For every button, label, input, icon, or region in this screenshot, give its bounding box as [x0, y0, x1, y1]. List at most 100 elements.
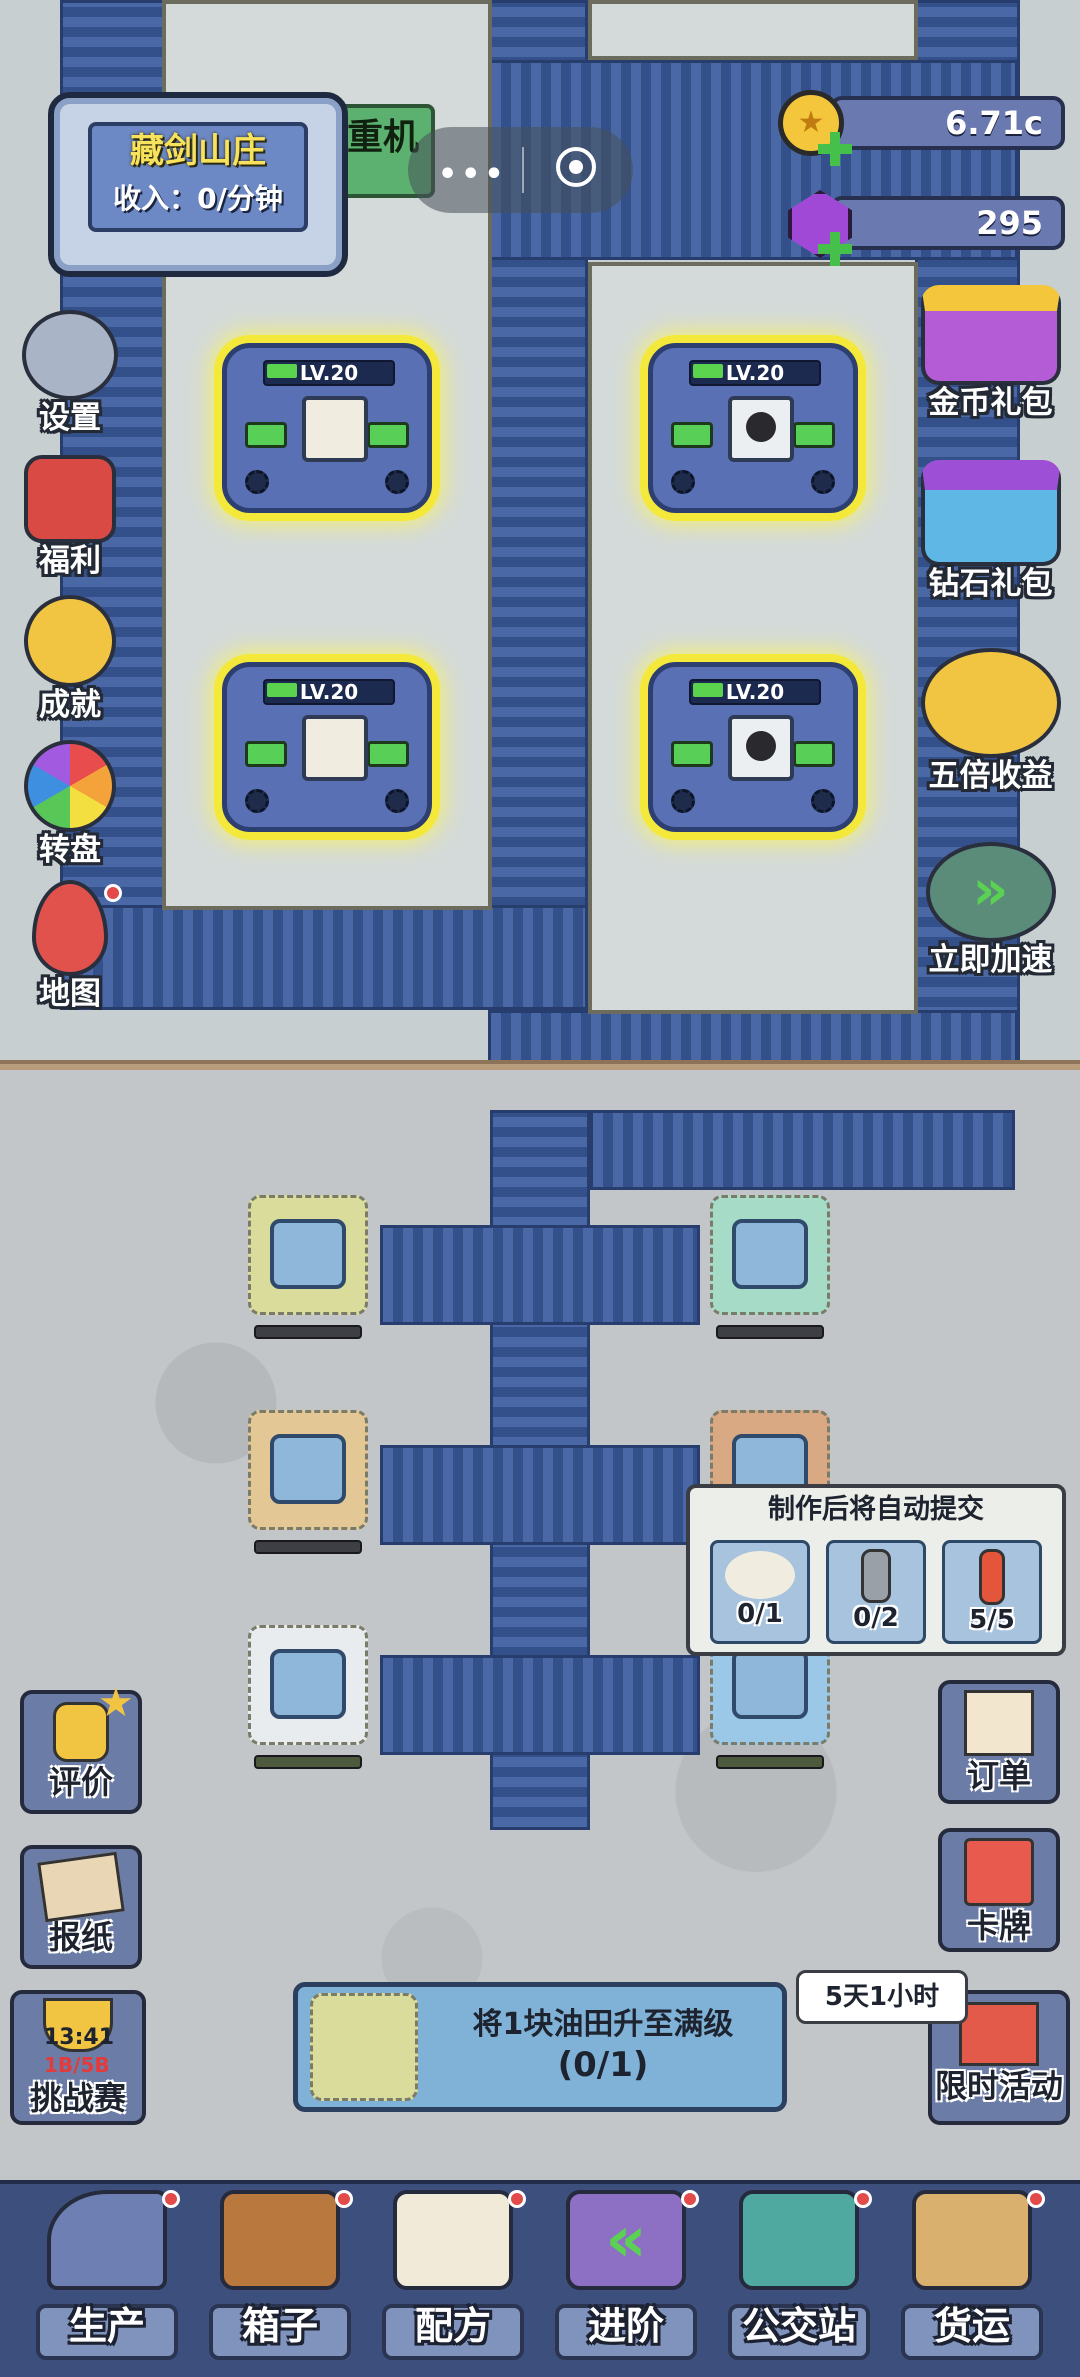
nav-boxes-label: 箱子: [241, 2304, 318, 2348]
machine-level: LV.20: [299, 680, 359, 704]
coin-pack-label: 金币礼包: [928, 385, 1053, 421]
limited-event-label: 限时活动: [934, 2067, 1063, 2105]
machine-level: LV.20: [725, 361, 785, 385]
production-machine[interactable]: LV.20: [222, 662, 432, 832]
five-times-income-label: 五倍收益: [928, 758, 1053, 794]
upgrade-icon: «: [566, 2190, 686, 2290]
production-machine[interactable]: LV.20: [222, 343, 432, 513]
nav-boxes[interactable]: 箱子: [195, 2180, 365, 2370]
cards-icon: [964, 1838, 1034, 1906]
gear-icon: [671, 470, 695, 494]
oil-pump[interactable]: [710, 1195, 830, 1339]
cards-label: 卡牌: [966, 1907, 1031, 1945]
event-countdown: 5天1小时: [796, 1970, 968, 2024]
conveyor-oil-top: [590, 1110, 1015, 1190]
more-icon[interactable]: •••: [438, 157, 508, 192]
red-cylinder-icon: [979, 1549, 1005, 1605]
task-banner[interactable]: 将1块油田升至满级 (0/1): [293, 1982, 787, 2112]
input-arrow-icon: [793, 422, 835, 448]
gear-icon: [22, 310, 118, 400]
gem-pack-label: 钻石礼包: [928, 566, 1053, 602]
conveyor-bottom-left: [60, 905, 588, 1010]
orders-label: 订单: [966, 1757, 1031, 1795]
pump-icon: [270, 1219, 346, 1289]
star-medal-icon: [24, 595, 116, 687]
level-bar: LV.20: [263, 679, 395, 705]
five-times-income-button[interactable]: 五倍收益: [908, 648, 1073, 794]
achievements-label: 成就: [39, 687, 101, 723]
rate-label: 评价: [48, 1763, 113, 1801]
gift-icon: [24, 455, 116, 543]
gear-icon: [811, 789, 835, 813]
orders-button[interactable]: 订单: [938, 1680, 1060, 1804]
robot-arm-icon: [47, 2190, 167, 2290]
input-arrow-icon: [245, 741, 287, 767]
fast-forward-icon: »: [925, 842, 1056, 942]
black-tank-icon: [728, 715, 794, 781]
pump-progress: [254, 1325, 362, 1339]
income-rate: 收入：0/分钟: [113, 182, 283, 215]
nav-advance[interactable]: « 进阶: [541, 2180, 711, 2370]
welfare-button[interactable]: 福利: [10, 455, 130, 579]
add-coins-button[interactable]: [818, 132, 852, 166]
production-machine[interactable]: LV.20: [648, 662, 858, 832]
order-item-count: 0/2: [853, 1603, 899, 1633]
gem-balance: 295: [830, 196, 1065, 250]
oil-pump[interactable]: [248, 1410, 368, 1554]
production-machine[interactable]: LV.20: [648, 343, 858, 513]
conveyor-oil-row-1: [380, 1225, 700, 1325]
order-popup-title: 制作后将自动提交: [768, 1494, 984, 1525]
recipe-book-icon: [393, 2190, 513, 2290]
event-gift-icon: [959, 2002, 1039, 2066]
notification-dot: [104, 884, 122, 902]
level-bar: LV.20: [689, 679, 821, 705]
cards-button[interactable]: 卡牌: [938, 1828, 1060, 1952]
order-item-count: 0/1: [737, 1599, 783, 1629]
oil-pump[interactable]: [248, 1625, 368, 1769]
gear-icon: [671, 789, 695, 813]
gear-icon: [245, 470, 269, 494]
gas-cylinder-icon: [861, 1549, 891, 1603]
task-progress: (0/1): [557, 2045, 649, 2085]
nav-advance-label: 进阶: [587, 2304, 664, 2348]
gear-icon: [385, 470, 409, 494]
pump-progress: [254, 1755, 362, 1769]
oil-pump[interactable]: [248, 1195, 368, 1339]
machine-level: LV.20: [725, 680, 785, 704]
factory-nameplate[interactable]: 藏剑山庄 收入：0/分钟: [48, 92, 348, 277]
nav-production[interactable]: 生产: [22, 2180, 192, 2370]
notification-dot: [335, 2190, 353, 2208]
nav-bus-stop[interactable]: 公交站: [714, 2180, 884, 2370]
clipboard-icon: [964, 1690, 1034, 1756]
factory-slot-top: [588, 0, 918, 60]
add-gems-button[interactable]: [818, 232, 852, 266]
speed-up-button[interactable]: » 立即加速: [908, 842, 1073, 978]
pump-progress: [254, 1540, 362, 1554]
gem-box-icon: [920, 460, 1061, 566]
star-icon: ★: [98, 1680, 134, 1726]
coin-chest-icon: [920, 285, 1061, 385]
nav-cargo[interactable]: 货运: [887, 2180, 1057, 2370]
wheel-label: 转盘: [39, 832, 101, 868]
gear-icon: [245, 789, 269, 813]
coin-pack-button[interactable]: 金币礼包: [908, 285, 1073, 421]
newspaper-label: 报纸: [48, 1918, 113, 1956]
order-item-count: 5/5: [969, 1605, 1015, 1635]
achievements-button[interactable]: 成就: [10, 595, 130, 723]
pump-icon: [732, 1649, 808, 1719]
notification-dot: [508, 2190, 526, 2208]
settings-button[interactable]: 设置: [10, 310, 130, 436]
notification-dot: [162, 2190, 180, 2208]
wheel-button[interactable]: 转盘: [10, 740, 130, 868]
miniprogram-capsule: •••: [408, 127, 633, 213]
map-label: 地图: [39, 976, 101, 1012]
gem-pack-button[interactable]: 钻石礼包: [908, 460, 1073, 602]
nav-recipes[interactable]: 配方: [368, 2180, 538, 2370]
input-arrow-icon: [671, 422, 713, 448]
welfare-label: 福利: [39, 543, 101, 579]
task-text: 将1块油田升至满级: [472, 2007, 734, 2042]
newspaper-button[interactable]: 报纸: [20, 1845, 142, 1969]
factory-name: 藏剑山庄: [130, 131, 266, 171]
settings-label: 设置: [39, 400, 101, 436]
close-miniprogram-icon[interactable]: [556, 147, 596, 187]
